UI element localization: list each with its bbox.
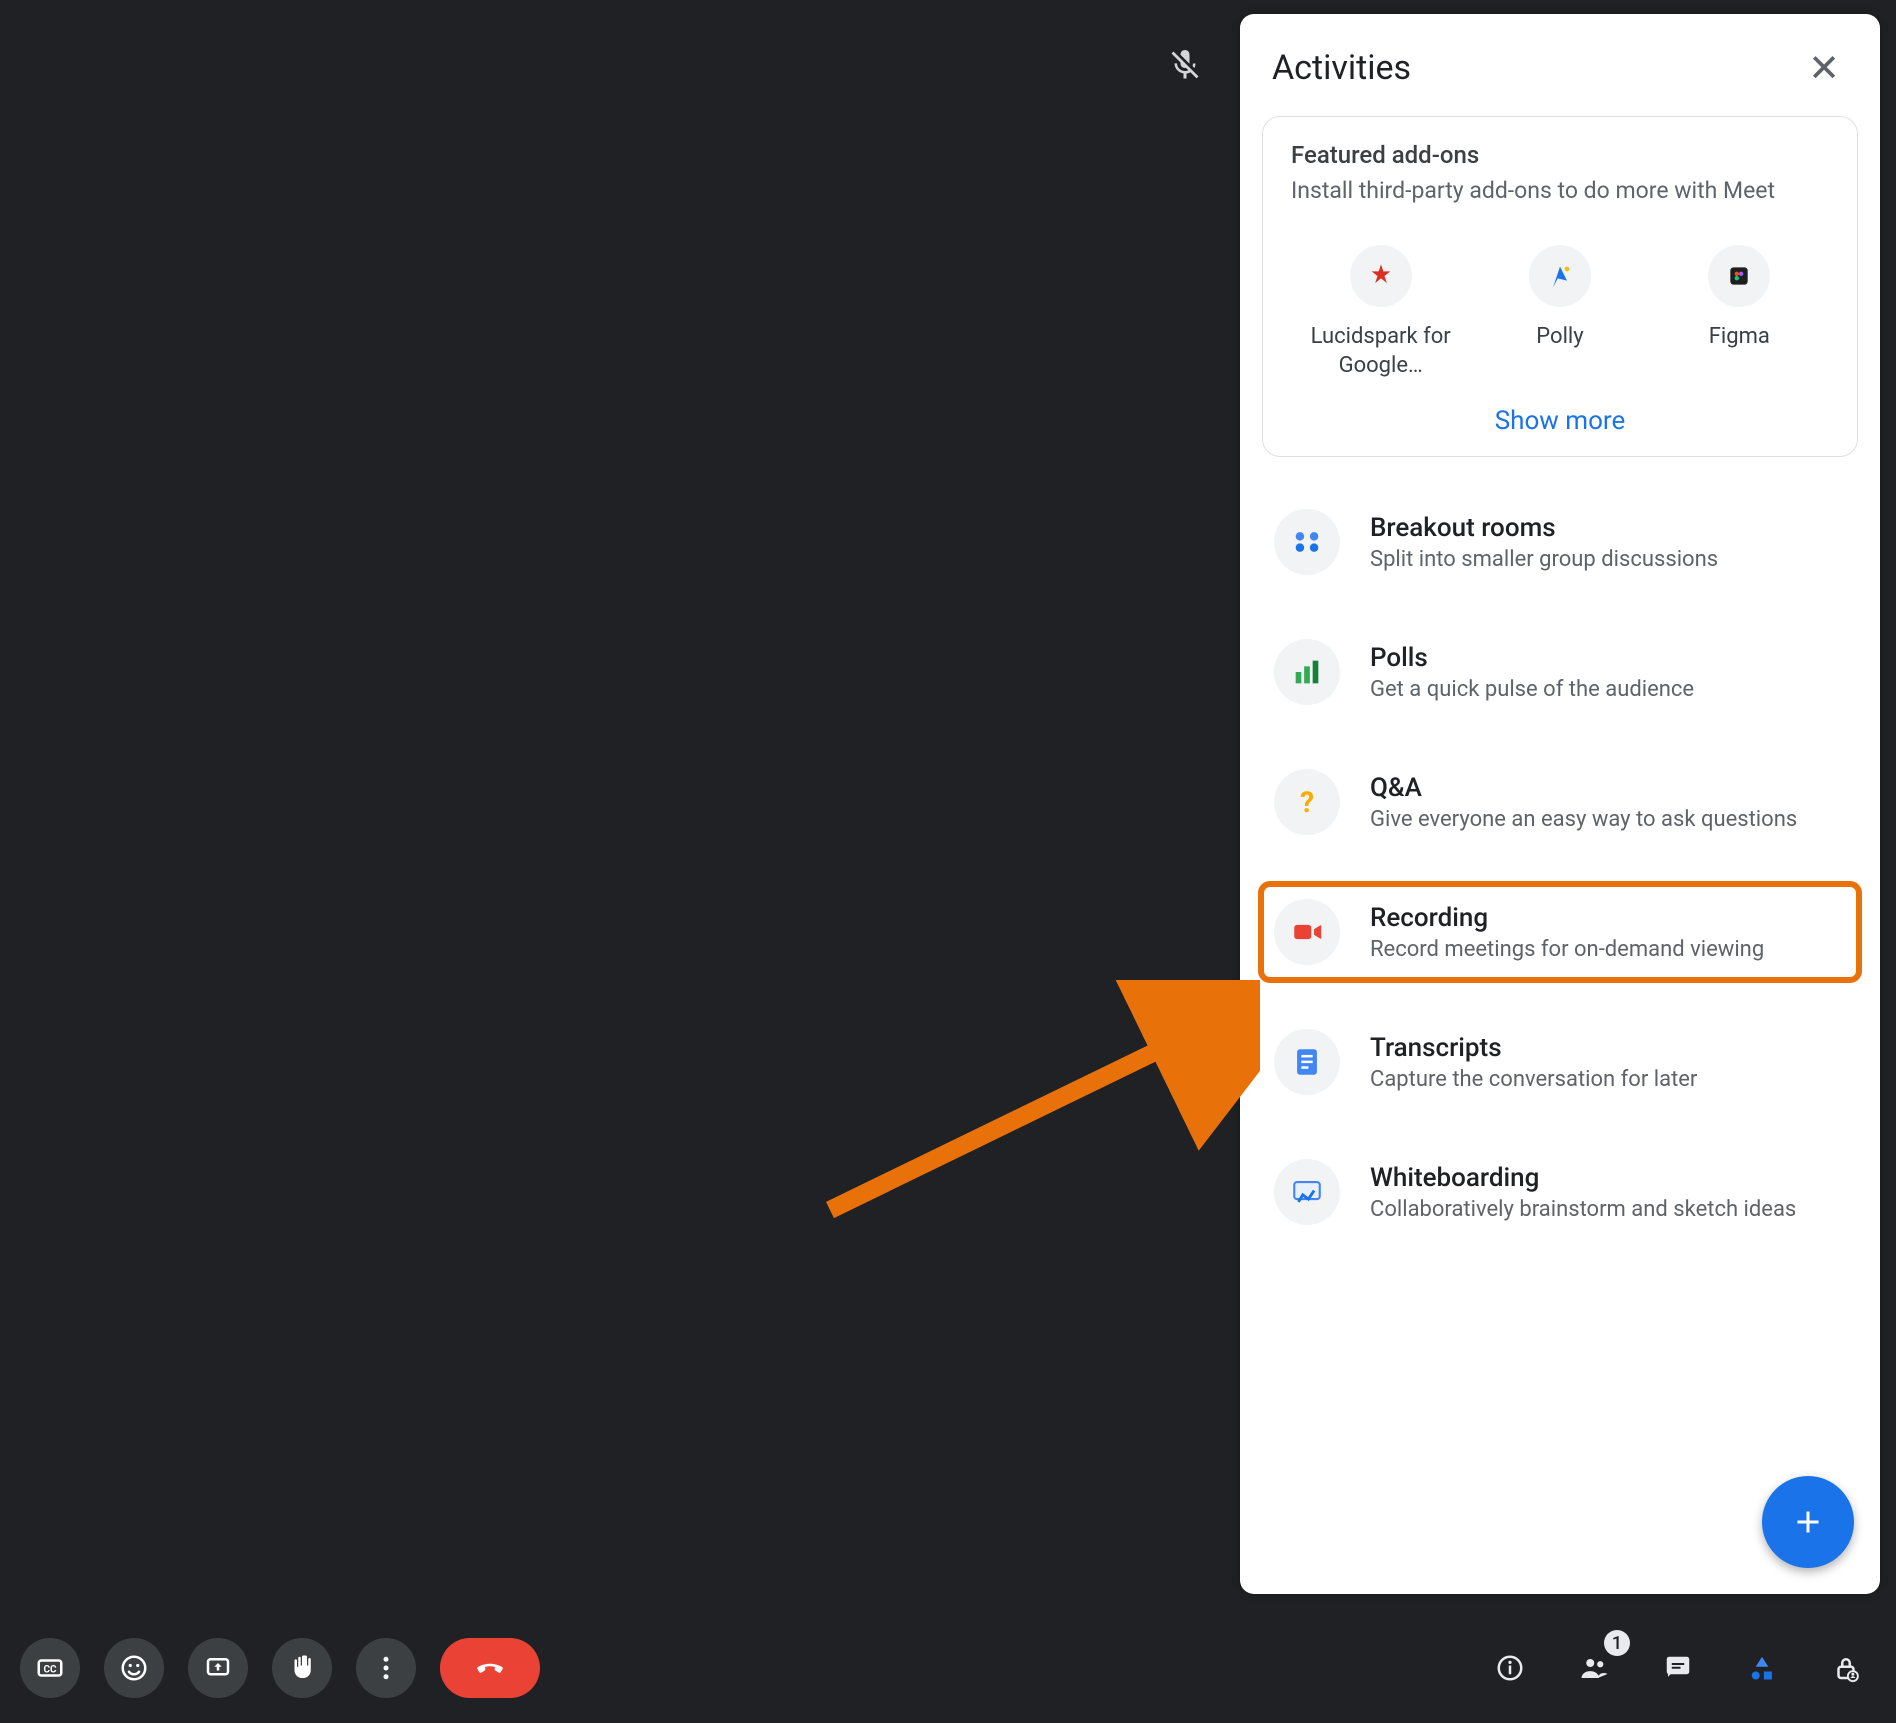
activity-breakout-rooms[interactable]: Breakout rooms Split into smaller group … xyxy=(1264,497,1856,587)
emoji-icon xyxy=(119,1653,149,1683)
figma-icon xyxy=(1708,245,1770,307)
show-more-addons[interactable]: Show more xyxy=(1291,406,1829,436)
activity-title: Whiteboarding xyxy=(1370,1163,1796,1193)
panel-header: Activities ✕ xyxy=(1240,44,1880,116)
activity-title: Transcripts xyxy=(1370,1033,1697,1063)
host-controls-button[interactable] xyxy=(1816,1638,1876,1698)
chat-button[interactable] xyxy=(1648,1638,1708,1698)
addons-heading: Featured add-ons xyxy=(1291,141,1829,169)
activity-title: Breakout rooms xyxy=(1370,513,1718,543)
reactions-button[interactable] xyxy=(104,1638,164,1698)
more-vert-icon xyxy=(371,1653,401,1683)
video-stage xyxy=(0,0,1240,1600)
activity-recording[interactable]: Recording Record meetings for on-demand … xyxy=(1264,887,1856,977)
svg-text:CC: CC xyxy=(43,1664,57,1675)
present-button[interactable] xyxy=(188,1638,248,1698)
info-icon xyxy=(1495,1653,1525,1683)
activities-button[interactable] xyxy=(1732,1638,1792,1698)
meeting-details-button[interactable] xyxy=(1480,1638,1540,1698)
participants-button[interactable]: 1 xyxy=(1564,1638,1624,1698)
right-controls: 1 xyxy=(1480,1638,1876,1698)
plus-icon xyxy=(1790,1504,1826,1540)
close-icon: ✕ xyxy=(1808,46,1840,91)
activity-desc: Record meetings for on-demand viewing xyxy=(1370,937,1764,962)
activity-desc: Give everyone an easy way to ask questio… xyxy=(1370,807,1797,832)
present-icon xyxy=(203,1653,233,1683)
addon-figma[interactable]: Figma xyxy=(1650,245,1829,352)
addon-label: Polly xyxy=(1536,323,1583,352)
activity-qa[interactable]: ? Q&A Give everyone an easy way to ask q… xyxy=(1264,757,1856,847)
left-controls: CC xyxy=(20,1638,540,1698)
breakout-icon xyxy=(1274,509,1340,575)
addon-label: Figma xyxy=(1709,323,1770,352)
recording-icon xyxy=(1274,899,1340,965)
raise-hand-button[interactable] xyxy=(272,1638,332,1698)
activities-panel: Activities ✕ Featured add-ons Install th… xyxy=(1240,14,1880,1594)
activities-icon xyxy=(1747,1653,1777,1683)
activity-desc: Get a quick pulse of the audience xyxy=(1370,677,1694,702)
activity-title: Recording xyxy=(1370,903,1764,933)
phone-hangup-icon xyxy=(473,1651,507,1685)
add-activity-button[interactable] xyxy=(1762,1476,1854,1568)
activity-desc: Split into smaller group discussions xyxy=(1370,547,1718,572)
activity-whiteboarding[interactable]: Whiteboarding Collaboratively brainstorm… xyxy=(1264,1147,1856,1237)
participant-count-badge: 1 xyxy=(1604,1630,1630,1656)
whiteboard-icon xyxy=(1274,1159,1340,1225)
call-toolbar: CC 1 xyxy=(0,1613,1896,1723)
qa-icon: ? xyxy=(1274,769,1340,835)
addon-polly[interactable]: Polly xyxy=(1470,245,1649,352)
lucidspark-icon xyxy=(1350,245,1412,307)
polly-icon xyxy=(1529,245,1591,307)
more-options-button[interactable] xyxy=(356,1638,416,1698)
addon-lucidspark[interactable]: Lucidspark for Google… xyxy=(1291,245,1470,380)
addons-subheading: Install third-party add-ons to do more w… xyxy=(1291,175,1829,207)
activity-title: Polls xyxy=(1370,643,1694,673)
activity-list: Breakout rooms Split into smaller group … xyxy=(1240,497,1880,1237)
close-panel-button[interactable]: ✕ xyxy=(1800,44,1848,92)
polls-icon xyxy=(1274,639,1340,705)
activity-polls[interactable]: Polls Get a quick pulse of the audience xyxy=(1264,627,1856,717)
lock-icon xyxy=(1831,1653,1861,1683)
transcripts-icon xyxy=(1274,1029,1340,1095)
raise-hand-icon xyxy=(287,1653,317,1683)
activity-title: Q&A xyxy=(1370,773,1797,803)
activity-desc: Capture the conversation for later xyxy=(1370,1067,1697,1092)
activity-desc: Collaboratively brainstorm and sketch id… xyxy=(1370,1197,1796,1222)
end-call-button[interactable] xyxy=(440,1638,540,1698)
chat-icon xyxy=(1663,1653,1693,1683)
people-icon xyxy=(1579,1653,1609,1683)
activity-transcripts[interactable]: Transcripts Capture the conversation for… xyxy=(1264,1017,1856,1107)
captions-icon: CC xyxy=(35,1653,65,1683)
featured-addons-card: Featured add-ons Install third-party add… xyxy=(1262,116,1858,457)
addon-label: Lucidspark for Google… xyxy=(1291,323,1470,380)
svg-text:?: ? xyxy=(1300,786,1314,819)
captions-button[interactable]: CC xyxy=(20,1638,80,1698)
mic-muted-icon xyxy=(1160,40,1210,90)
addons-row: Lucidspark for Google… Polly Figma xyxy=(1291,245,1829,380)
panel-title: Activities xyxy=(1272,48,1411,88)
